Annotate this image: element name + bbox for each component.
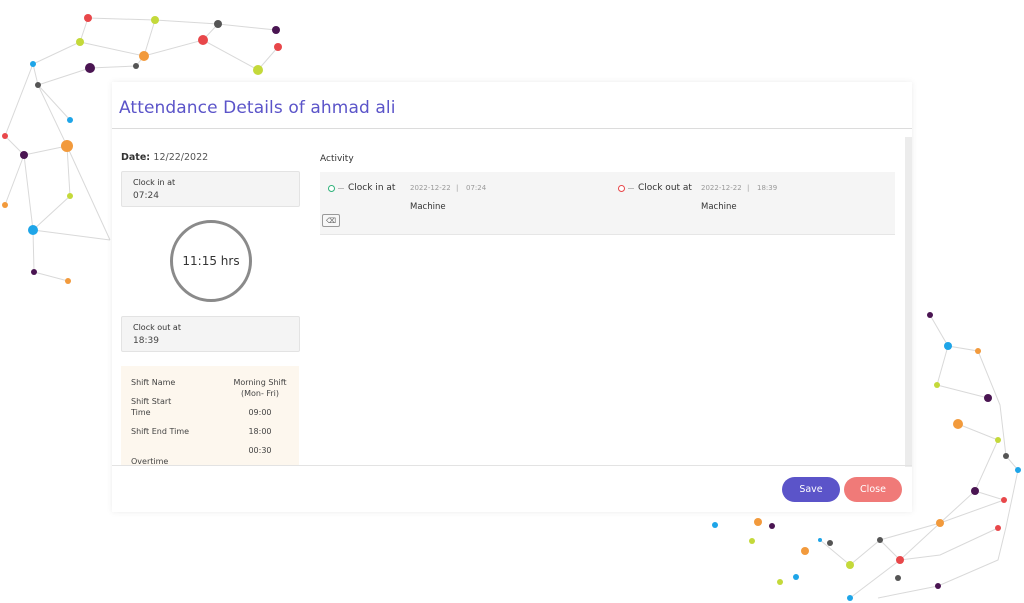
shift-name-label: Shift Name [131,378,176,387]
scrollbar[interactable] [905,137,912,467]
clock-in-value: 07:24 [133,191,159,201]
activity-list: Clock in at 2022-12-22 | 07:24 Machine C… [320,172,895,235]
date-line: Date: 12/22/2022 [121,152,301,163]
overtime-value: 00:30 [248,446,272,455]
clock-out-status-icon [618,185,625,192]
activity-time: 18:39 [757,184,778,192]
shift-end-value: 18:00 [248,427,272,436]
attendance-summary: Date: 12/22/2022 Clock in at 07:24 11:15… [121,152,301,466]
activity-title: Clock out at [638,183,692,193]
activity-source: Machine [701,202,737,212]
date-value: 12/22/2022 [153,152,209,163]
delete-entry-button[interactable]: ⌫ [322,214,340,227]
title-divider [112,128,912,129]
save-button[interactable]: Save [782,477,840,502]
activity-separator: | [747,184,750,192]
clock-in-label: Clock in at [133,178,176,187]
activity-date: 2022-12-22 [701,184,742,192]
connector-line [628,188,634,189]
close-button[interactable]: Close [844,477,902,502]
shift-end-label: Shift End Time [131,427,190,436]
activity-title: Clock in at [348,183,396,193]
date-label: Date: [121,152,151,163]
activity-time: 07:24 [466,184,487,192]
shift-start-value: 09:00 [248,408,272,417]
clock-in-box: Clock in at 07:24 [121,171,300,207]
total-hours-ring: 11:15 hrs [170,220,252,302]
footer-divider [112,465,912,466]
connector-line [338,188,344,189]
activity-separator: | [456,184,459,192]
clock-out-box: Clock out at 18:39 [121,316,300,352]
activity-heading: Activity [320,154,354,164]
shift-name-value: Morning Shift (Mon- Fri) [233,378,287,398]
activity-source: Machine [410,202,446,212]
shift-start-label: Shift Start Time [131,397,172,417]
attendance-details-modal: Attendance Details of ahmad ali Date: 12… [112,82,912,512]
backspace-icon: ⌫ [326,216,336,225]
clock-in-status-icon [328,185,335,192]
total-hours-value: 11:15 hrs [182,254,240,268]
clock-out-value: 18:39 [133,336,159,346]
activity-date: 2022-12-22 [410,184,451,192]
modal-title: Attendance Details of ahmad ali [119,98,396,118]
clock-out-label: Clock out at [133,323,181,332]
shift-details-panel: Shift Name Morning Shift (Mon- Fri) Shif… [121,366,299,466]
